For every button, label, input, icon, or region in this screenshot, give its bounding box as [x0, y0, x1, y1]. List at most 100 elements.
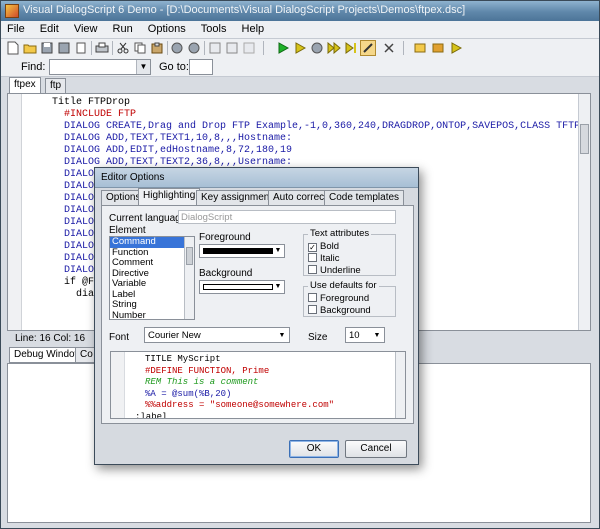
app-icon [5, 4, 19, 18]
menu-run[interactable]: Run [107, 21, 139, 37]
new-file-icon[interactable] [5, 40, 21, 56]
code-line: Title FTPDrop [40, 97, 131, 108]
element-list-item[interactable]: Command [110, 237, 194, 248]
menu-tools[interactable]: Tools [195, 21, 233, 37]
bold-checkbox[interactable]: ✓ Bold [308, 241, 339, 252]
window-title: Visual DialogScript 6 Demo - [D:\Documen… [23, 4, 466, 16]
scroll-thumb[interactable] [580, 124, 589, 154]
element-label: Element [109, 225, 146, 236]
size-value: 10 [349, 330, 360, 341]
cut-icon[interactable] [115, 40, 131, 56]
size-combobox[interactable]: 10 ▼ [345, 327, 385, 343]
find-label: Find: [21, 61, 46, 73]
current-language-value: DialogScript [181, 212, 233, 223]
menu-view[interactable]: View [68, 21, 104, 37]
highlighting-panel: Current language style DialogScript Elem… [101, 205, 414, 424]
compile-icon[interactable] [413, 40, 429, 56]
tab-auto-correct[interactable]: Auto correct [268, 190, 332, 205]
run-icon[interactable] [275, 40, 291, 56]
copy-icon[interactable] [132, 40, 148, 56]
preview-line: TITLE MyScript [145, 354, 221, 364]
dialog-editor-icon[interactable] [360, 40, 376, 56]
font-combobox[interactable]: Courier New ▼ [144, 327, 290, 343]
chevron-down-icon[interactable]: ▼ [273, 282, 283, 292]
element-list-item[interactable]: Variable [110, 278, 194, 290]
background-swatch [203, 284, 273, 290]
tab-code-templates[interactable]: Code templates [324, 190, 405, 205]
tab-ftpex[interactable]: ftpex [9, 77, 41, 93]
file-tabs: ftpex ftp [1, 77, 599, 93]
stop-icon[interactable] [309, 40, 325, 56]
preview-line: REM This is a comment [145, 377, 259, 387]
underline-checkbox[interactable]: Underline [308, 265, 361, 276]
element-list: Command Function Comment Directive Variable L… [110, 237, 194, 319]
menu-options[interactable]: Options [142, 21, 192, 37]
tab-highlighting[interactable]: Highlighting [138, 188, 201, 205]
close-x-icon[interactable] [381, 40, 397, 56]
goto-label: Go to: [159, 61, 189, 73]
ok-button[interactable]: OK [289, 440, 339, 458]
preview-line: #DEFINE FUNCTION, Prime [145, 365, 270, 376]
preview-line: %%address = "someone@somewhere.com" [145, 400, 335, 410]
element-list-scrollbar[interactable] [184, 237, 194, 319]
menu-edit[interactable]: Edit [34, 21, 65, 37]
play-grey-icon[interactable] [448, 40, 464, 56]
background-label: Background [199, 268, 253, 279]
editor-scrollbar[interactable] [578, 94, 590, 330]
italic-checkbox[interactable]: Italic [308, 253, 340, 264]
text-attributes-label: Text attributes [308, 228, 372, 239]
save-all-icon[interactable] [56, 40, 72, 56]
undo-icon[interactable] [169, 40, 185, 56]
bold-label: Bold [320, 241, 340, 252]
size-label: Size [308, 332, 328, 343]
paste-icon[interactable] [149, 40, 165, 56]
default-background-label: Background [320, 305, 371, 316]
editor-options-dialog: Editor Options Options Highlighting Key … [94, 167, 419, 465]
find-icon[interactable] [207, 40, 223, 56]
goto-input[interactable] [189, 59, 213, 75]
element-list-item[interactable]: Number [110, 310, 194, 319]
find-combobox[interactable]: ▼ [49, 59, 151, 75]
element-list-thumb[interactable] [186, 247, 193, 265]
build-icon[interactable] [431, 40, 447, 56]
background-color-picker[interactable]: ▼ [199, 280, 285, 294]
chevron-down-icon[interactable]: ▼ [371, 330, 383, 342]
menu-help[interactable]: Help [236, 21, 271, 37]
foreground-label: Foreground [199, 232, 251, 243]
toolbar [1, 39, 599, 57]
code-line: DIALOG ADD,TEXT,TEXT1,10,8,,,Hostname: [40, 133, 293, 144]
code-line: #INCLUDE FTP [40, 109, 137, 120]
current-language-field: DialogScript [178, 210, 396, 224]
open-folder-icon[interactable] [22, 40, 38, 56]
element-list-item[interactable]: Comment [110, 257, 194, 269]
close-file-icon[interactable] [73, 40, 89, 56]
editor-gutter [8, 94, 22, 330]
redo-icon[interactable] [186, 40, 202, 56]
step-over-icon[interactable] [326, 40, 342, 56]
element-listbox[interactable]: Command Function Comment Directive Variable L… [109, 236, 195, 320]
tab-ftp[interactable]: ftp [45, 78, 67, 93]
chevron-down-icon[interactable]: ▼ [276, 330, 288, 342]
menu-bar: File Edit View Run Options Tools Help [1, 21, 599, 39]
default-background-checkbox[interactable]: Background [308, 305, 371, 316]
print-icon[interactable] [94, 40, 110, 56]
default-foreground-checkbox[interactable]: Foreground [308, 293, 369, 304]
syntax-preview: TITLE MyScript #DEFINE FUNCTION, Prime REM… [110, 351, 406, 419]
find-next-icon[interactable] [241, 40, 257, 56]
element-list-item[interactable]: String [110, 299, 194, 311]
find-bar: Find: ▼ Go to: [1, 57, 599, 77]
preview-gutter [111, 352, 125, 418]
chevron-down-icon[interactable]: ▼ [136, 60, 150, 74]
chevron-down-icon[interactable]: ▼ [273, 246, 283, 256]
cancel-button[interactable]: Cancel [345, 440, 407, 458]
run-to-cursor-icon[interactable] [343, 40, 359, 56]
save-icon[interactable] [39, 40, 55, 56]
menu-file[interactable]: File [1, 21, 31, 37]
foreground-color-picker[interactable]: ▼ [199, 244, 285, 258]
preview-line: %A = @sum(%B,20) [145, 388, 232, 399]
step-icon[interactable] [292, 40, 308, 56]
font-label: Font [109, 332, 130, 343]
preview-scrollbar[interactable] [395, 352, 405, 418]
replace-icon[interactable] [224, 40, 240, 56]
dialog-title: Editor Options [101, 172, 165, 183]
